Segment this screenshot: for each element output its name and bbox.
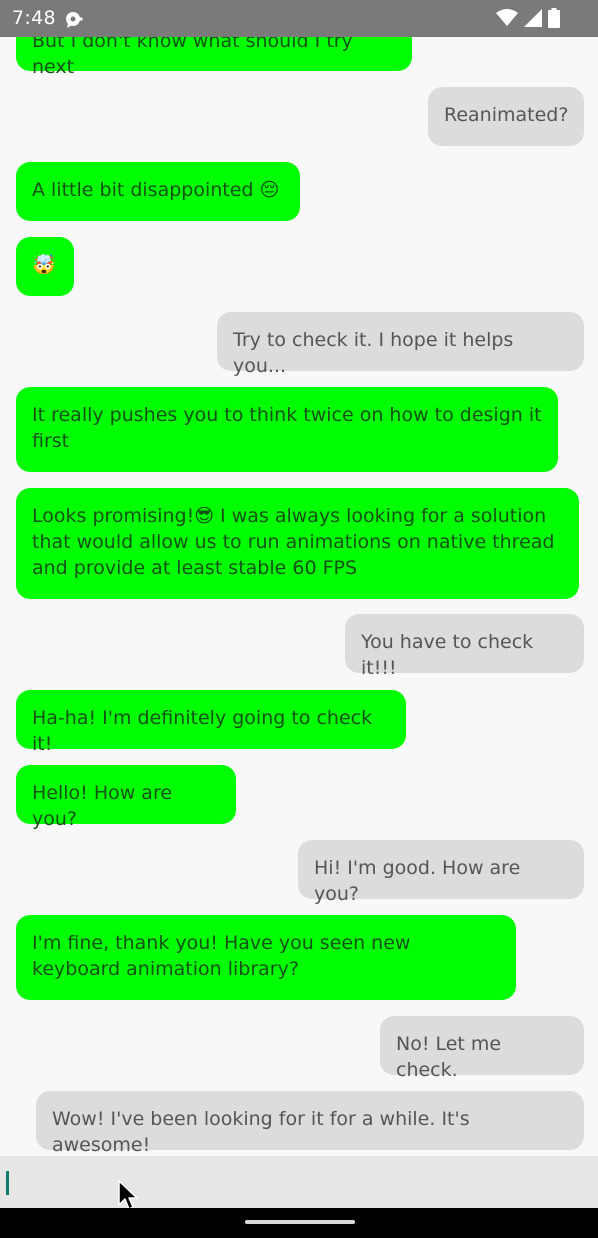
wifi-icon: [496, 9, 518, 27]
message-bubble-incoming: A little bit disappointed 😔: [16, 162, 300, 221]
navigation-bar: [0, 1208, 598, 1238]
text-caret: [6, 1171, 9, 1195]
message-bubble-outgoing: Reanimated?: [428, 87, 584, 146]
message-bubble-incoming: I'm fine, thank you! Have you seen new k…: [16, 915, 516, 1000]
message-bubble-incoming: It really pushes you to think twice on h…: [16, 387, 558, 472]
message-bubble-outgoing: No! Let me check.: [380, 1016, 584, 1081]
signal-icon: [524, 9, 542, 27]
message-bubble-outgoing: Wow! I've been looking for it for a whil…: [36, 1091, 584, 1156]
message-bubble-incoming: Looks promising!😎 I was always looking f…: [16, 488, 579, 599]
status-bar: 7:48: [0, 0, 598, 37]
message-bubble-outgoing: Try to check it. I hope it helps you...: [217, 312, 584, 377]
message-input[interactable]: [0, 1156, 598, 1208]
message-list[interactable]: But I don't know what should I try next …: [0, 37, 598, 1156]
battery-icon: [548, 8, 560, 28]
home-gesture-handle[interactable]: [245, 1220, 355, 1224]
status-icons: [496, 7, 560, 29]
message-bubble-incoming: Ha-ha! I'm definitely going to check it!: [16, 690, 406, 755]
status-time: 7:48: [12, 7, 56, 29]
message-bubble-outgoing: You have to check it!!!: [345, 614, 584, 679]
message-bubble-incoming: But I don't know what should I try next: [16, 37, 412, 78]
message-composer: [0, 1156, 598, 1208]
chat-notification-icon: [64, 9, 84, 29]
message-bubble-outgoing: Hi! I'm good. How are you?: [298, 840, 584, 905]
message-bubble-incoming: Hello! How are you?: [16, 765, 236, 830]
message-bubble-incoming: 🤯: [16, 237, 74, 296]
